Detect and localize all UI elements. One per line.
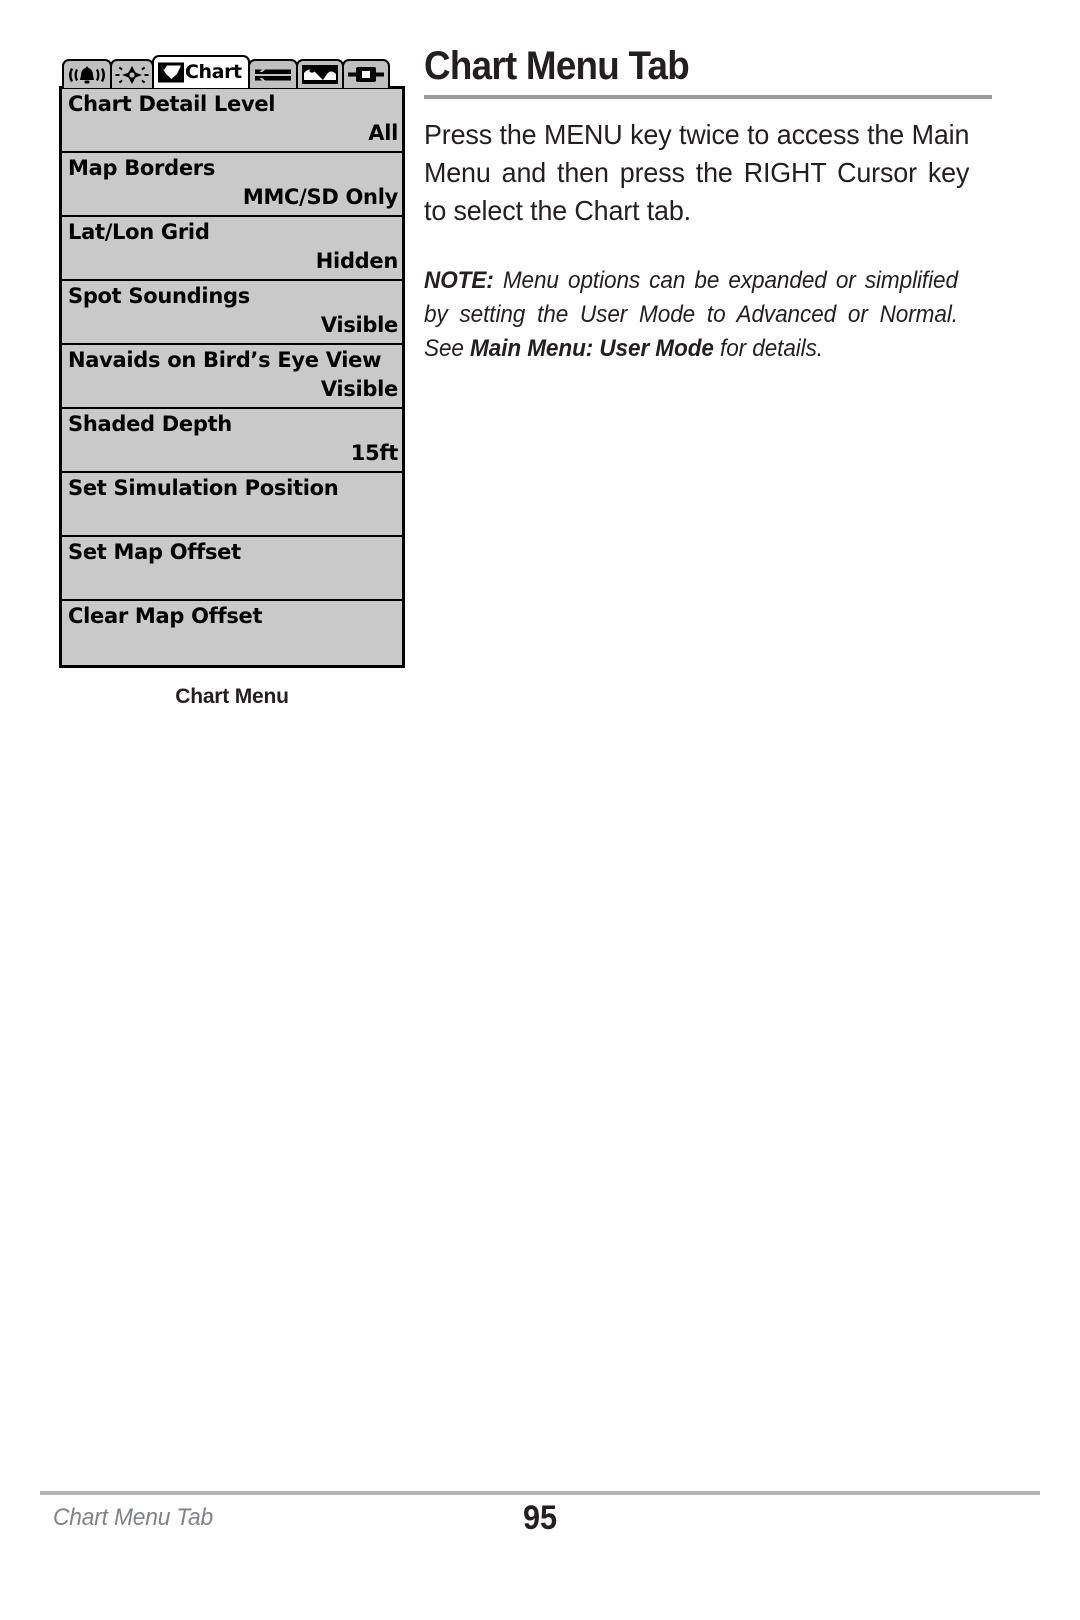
note-label: NOTE: — [424, 267, 494, 294]
menu-item-value: Visible — [320, 377, 398, 401]
menu-item-label: Spot Soundings — [68, 284, 250, 308]
menu-row[interactable]: Shaded Depth 15ft — [62, 409, 402, 473]
note-paragraph: NOTE: Menu options can be expanded or si… — [424, 264, 958, 366]
menu-item-value: MMC/SD Only — [242, 185, 398, 209]
menu-item-label: Lat/Lon Grid — [68, 220, 210, 244]
page-title: Chart Menu Tab — [424, 44, 690, 88]
tab-alarms[interactable] — [62, 59, 112, 88]
menu-row[interactable]: Navaids on Bird’s Eye View Visible — [62, 345, 402, 409]
menu-row[interactable]: Map Borders MMC/SD Only — [62, 153, 402, 217]
tab-accessories[interactable] — [341, 59, 390, 88]
tab-chart[interactable]: Chart — [152, 55, 250, 88]
menu-row[interactable]: Set Map Offset — [62, 537, 402, 601]
tab-views[interactable] — [295, 59, 344, 88]
menu-item-label: Chart Detail Level — [68, 92, 276, 116]
article-column: Chart Menu Tab Press the MENU key twice … — [424, 44, 992, 366]
chart-menu-list[interactable]: Chart Detail Level All Map Borders MMC/S… — [59, 86, 405, 668]
menu-item-label: Set Map Offset — [68, 540, 241, 564]
tab-setup[interactable] — [247, 59, 298, 88]
footer-page-number: 95 — [522, 1499, 558, 1537]
manual-page: Chart Chart Detail Level All Map Borders… — [0, 0, 1080, 1620]
menu-row[interactable]: Chart Detail Level All — [62, 89, 402, 153]
menu-item-value: Visible — [320, 313, 398, 337]
figure-caption: Chart Menu — [175, 685, 289, 708]
sonar-brightness-icon — [115, 64, 149, 86]
note-bold-reference: Main Menu: User Mode — [470, 335, 714, 362]
menu-item-value: All — [368, 121, 398, 145]
menu-item-value: Hidden — [315, 249, 399, 273]
menu-item-value: 15ft — [350, 441, 399, 465]
accessories-icon — [347, 64, 385, 85]
menu-row[interactable]: Set Simulation Position — [62, 473, 402, 537]
menu-item-label: Navaids on Bird’s Eye View — [68, 348, 382, 372]
menu-item-label: Set Simulation Position — [68, 476, 339, 500]
menu-row[interactable]: Lat/Lon Grid Hidden — [62, 217, 402, 281]
menu-row[interactable]: Spot Soundings Visible — [62, 281, 402, 345]
menu-tab-bar[interactable]: Chart — [62, 55, 409, 88]
views-icon — [301, 64, 339, 85]
tab-chart-label: Chart — [185, 61, 242, 83]
menu-item-label: Clear Map Offset — [68, 604, 263, 628]
menu-item-label: Shaded Depth — [68, 412, 232, 436]
setup-wrench-icon — [253, 64, 293, 86]
chart-icon — [157, 61, 185, 84]
page-footer: Chart Menu Tab 95 — [40, 1491, 1040, 1552]
body-paragraph: Press the MENU key twice to access the M… — [424, 119, 970, 226]
menu-row[interactable]: Clear Map Offset — [62, 601, 402, 665]
menu-item-label: Map Borders — [68, 156, 216, 180]
footer-row: Chart Menu Tab 95 — [40, 1499, 1040, 1552]
note-text-after: for details. — [713, 335, 823, 362]
chart-menu-figure: Chart Chart Detail Level All Map Borders… — [59, 55, 409, 709]
heading-rule — [424, 95, 992, 99]
tab-sonar-brightness[interactable] — [110, 59, 154, 88]
alarm-bell-icon — [67, 64, 107, 86]
footer-rule — [40, 1491, 1040, 1495]
